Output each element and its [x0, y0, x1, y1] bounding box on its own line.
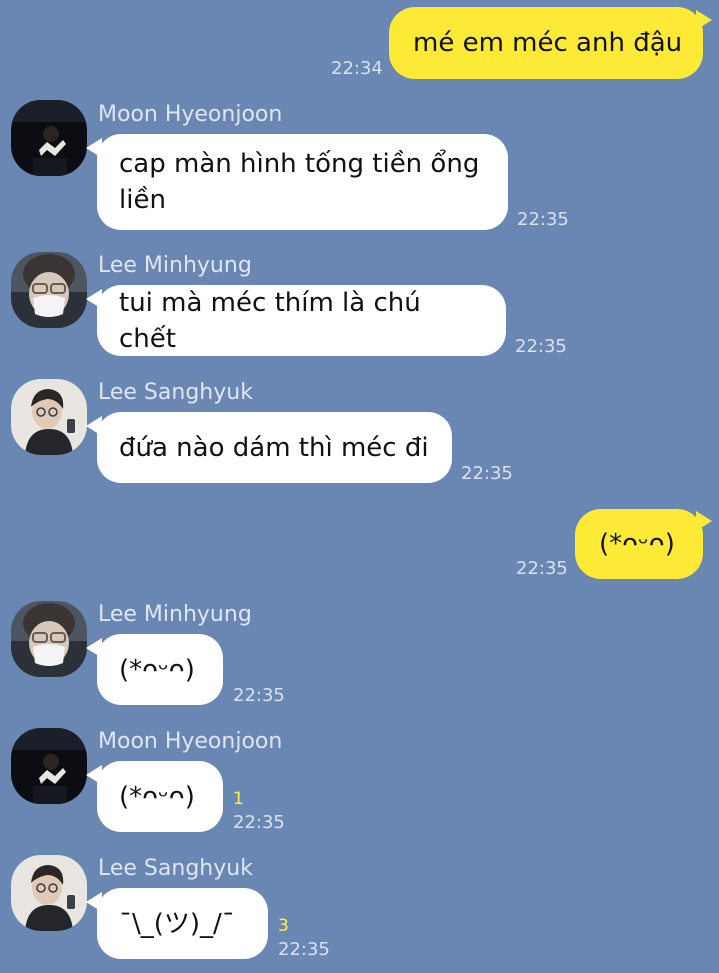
message-bubble[interactable]: ¯\_(ツ)_/¯: [97, 888, 268, 959]
avatar-lee-sanghyuk-icon: [11, 855, 87, 931]
message-time: 22:35: [233, 685, 285, 706]
message-time: 22:35: [278, 939, 330, 960]
message-bubble[interactable]: đứa nào dám thì méc đi: [97, 412, 452, 483]
avatar-lee-minhyung-icon: [11, 601, 87, 677]
message-text: cap màn hình tống tiền ổng liền: [119, 149, 480, 215]
message-time: 22:34: [331, 58, 383, 79]
sender-name: Moon Hyeonjoon: [98, 729, 283, 754]
message-text: ¯\_(ツ)_/¯: [119, 908, 235, 939]
avatar[interactable]: [11, 728, 87, 804]
message-bubble[interactable]: (*ᴖᵕᴖ): [97, 761, 223, 832]
message-bubble[interactable]: mé em méc anh đậu: [389, 7, 703, 79]
avatar[interactable]: [11, 252, 87, 328]
chat-thread: mé em méc anh đậu 22:34 Moon Hyeonjoon c…: [0, 0, 719, 973]
message-bubble[interactable]: (*ᴖᵕᴖ): [575, 509, 703, 579]
avatar-lee-minhyung-icon: [11, 252, 87, 328]
message-text: (*ᴖᵕᴖ): [599, 529, 675, 559]
bubble-tail: [86, 765, 102, 785]
message-time: 22:35: [233, 812, 285, 833]
bubble-tail: [86, 638, 102, 658]
message-text: mé em méc anh đậu: [413, 28, 683, 58]
bubble-tail: [696, 511, 712, 531]
avatar-moon-hyeonjoon-icon: [11, 100, 87, 176]
message-text: đứa nào dám thì méc đi: [119, 432, 429, 463]
message-time: 22:35: [517, 209, 569, 230]
sender-name: Moon Hyeonjoon: [98, 102, 283, 127]
avatar[interactable]: [11, 601, 87, 677]
bubble-tail: [86, 289, 102, 309]
bubble-tail: [696, 10, 712, 30]
message-time: 22:35: [515, 336, 567, 357]
sender-name: Lee Sanghyuk: [98, 380, 253, 405]
bubble-tail: [86, 892, 102, 912]
message-bubble[interactable]: cap màn hình tống tiền ổng liền: [97, 134, 508, 230]
sender-name: Lee Sanghyuk: [98, 856, 253, 881]
sender-name: Lee Minhyung: [98, 602, 252, 627]
avatar-moon-hyeonjoon-icon: [11, 728, 87, 804]
sender-name: Lee Minhyung: [98, 253, 252, 278]
avatar[interactable]: [11, 100, 87, 176]
bubble-tail: [86, 416, 102, 436]
avatar-lee-sanghyuk-icon: [11, 379, 87, 455]
unread-count: 1: [233, 789, 244, 809]
unread-count: 3: [278, 916, 289, 936]
message-text: (*ᴖᵕᴖ): [119, 654, 195, 685]
message-text: (*ᴖᵕᴖ): [119, 781, 195, 812]
message-bubble[interactable]: tui mà méc thím là chú chết: [97, 285, 506, 356]
message-bubble[interactable]: (*ᴖᵕᴖ): [97, 634, 223, 705]
avatar[interactable]: [11, 379, 87, 455]
avatar[interactable]: [11, 855, 87, 931]
message-time: 22:35: [461, 463, 513, 484]
message-time: 22:35: [516, 558, 568, 579]
message-text: tui mà méc thím là chú chết: [119, 287, 421, 354]
bubble-tail: [86, 138, 102, 158]
